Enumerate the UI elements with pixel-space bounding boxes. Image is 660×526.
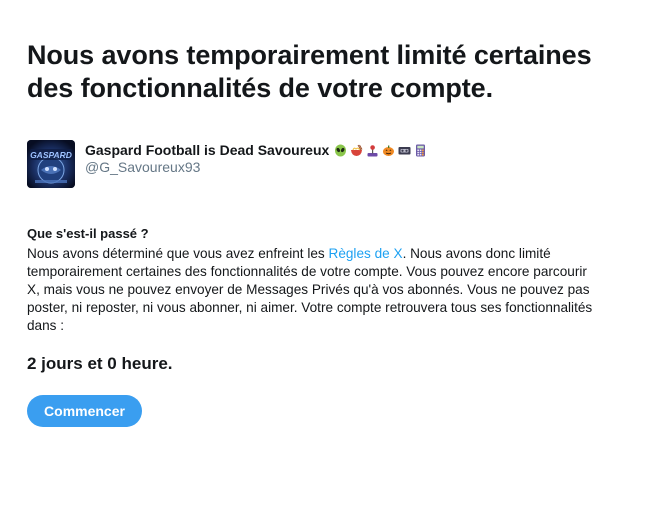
account-card: GASPARD Gaspard Football is Dead Savoure… bbox=[27, 140, 633, 188]
avatar-logo-text: GASPARD bbox=[30, 150, 72, 160]
alien-icon bbox=[334, 144, 347, 157]
name-emojis bbox=[334, 144, 427, 157]
explanation-text-part1: Nous avons déterminé que vous avez enfre… bbox=[27, 246, 329, 261]
account-handle: @G_Savoureux93 bbox=[85, 159, 201, 175]
pumpkin-icon bbox=[382, 144, 395, 157]
joystick-icon bbox=[366, 144, 379, 157]
noodle-bowl-icon bbox=[350, 144, 363, 157]
vhs-tape-icon bbox=[398, 144, 411, 157]
display-name-text: Gaspard Football is Dead Savoureux bbox=[85, 142, 330, 158]
avatar: GASPARD bbox=[27, 140, 75, 188]
rules-link[interactable]: Règles de X bbox=[329, 246, 403, 261]
account-display-name: Gaspard Football is Dead Savoureux bbox=[85, 141, 427, 159]
start-button[interactable]: Commencer bbox=[27, 395, 142, 427]
account-names: Gaspard Football is Dead Savoureux @G_Sa… bbox=[85, 141, 427, 176]
section-title: Que s'est-il passé ? bbox=[27, 226, 149, 241]
page-title: Nous avons temporairement limité certain… bbox=[27, 40, 592, 103]
calculator-icon bbox=[414, 144, 427, 157]
restriction-duration: 2 jours et 0 heure. bbox=[27, 354, 173, 373]
explanation-text: Nous avons déterminé que vous avez enfre… bbox=[27, 245, 602, 335]
